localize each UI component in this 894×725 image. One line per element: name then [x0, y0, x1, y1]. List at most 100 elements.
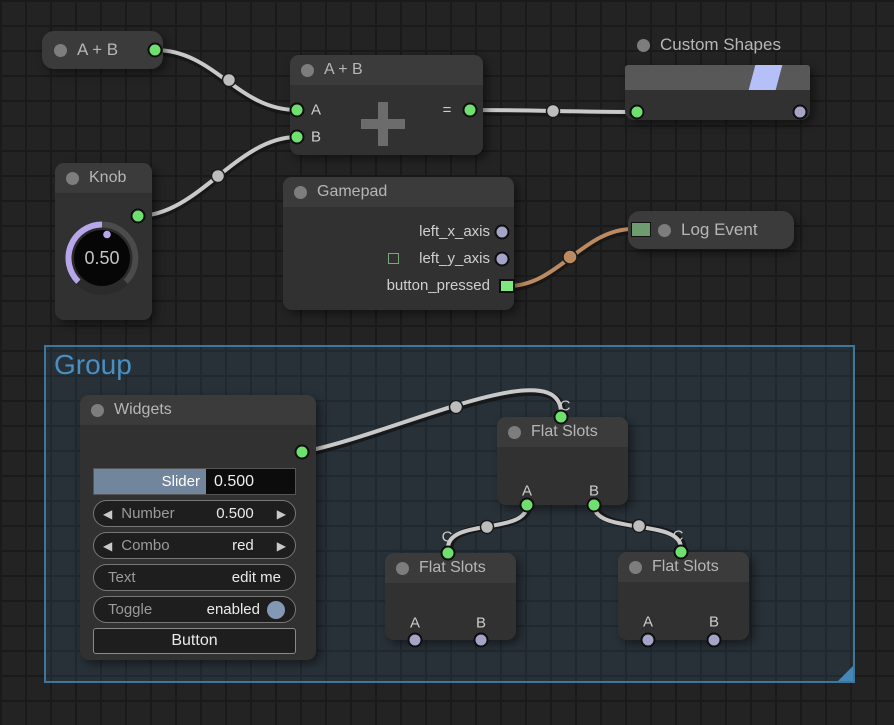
increment-arrow-icon[interactable]: ▶	[268, 507, 295, 521]
node-flat-slots-right[interactable]: Flat Slots C A B	[618, 552, 749, 640]
output-label-left-y-axis: left_y_axis	[419, 250, 490, 267]
slider-widget[interactable]: Slider 0.500	[93, 468, 296, 495]
output-port-b[interactable]	[707, 633, 722, 648]
input-port-c[interactable]	[441, 546, 456, 561]
node-title: Flat Slots	[531, 423, 598, 441]
node-widgets[interactable]: Widgets Slider 0.500 ◀ Number 0.500 ▶ ◀ …	[80, 395, 316, 660]
node-flat-slots-left[interactable]: Flat Slots C A B	[385, 553, 516, 640]
number-value[interactable]: 0.500	[216, 505, 254, 522]
output-port-b[interactable]	[587, 498, 602, 513]
knob-value: 0.50	[84, 248, 119, 268]
link-midpoint-dot[interactable]	[223, 74, 236, 87]
prev-option-arrow-icon[interactable]: ◀	[94, 539, 121, 553]
output-label-button-pressed: button_pressed	[387, 277, 490, 294]
collapse-dot-icon[interactable]	[66, 172, 79, 185]
input-port-c[interactable]	[674, 545, 689, 560]
checkbox-icon[interactable]	[388, 253, 399, 264]
collapse-dot-icon[interactable]	[637, 39, 650, 52]
custom-shape-bar	[625, 65, 810, 90]
node-knob[interactable]: Knob 0.50	[55, 163, 152, 320]
output-port[interactable]	[148, 43, 163, 58]
custom-shapes-title[interactable]: Custom Shapes	[637, 35, 781, 55]
output-label-b: B	[709, 614, 719, 631]
node-graph-canvas[interactable]: Group A + B A + B	[0, 0, 894, 725]
output-port-left-x-axis[interactable]	[495, 225, 510, 240]
node-log-event[interactable]: Log Event	[628, 211, 794, 249]
collapse-dot-icon[interactable]	[629, 561, 642, 574]
output-port-a[interactable]	[408, 633, 423, 648]
toggle-widget[interactable]: Toggle enabled	[93, 596, 296, 623]
collapse-dot-icon[interactable]	[91, 404, 104, 417]
text-value[interactable]: edit me	[232, 569, 281, 586]
text-label: Text	[108, 569, 136, 586]
link-midpoint-dot[interactable]	[450, 401, 463, 414]
node-title: Log Event	[681, 220, 758, 240]
node-title: A + B	[77, 40, 118, 60]
output-port-left-y-axis[interactable]	[495, 252, 510, 267]
node-flat-slots-top[interactable]: Flat Slots C A B	[497, 417, 628, 505]
node-gamepad[interactable]: Gamepad left_x_axis left_y_axis button_p…	[283, 177, 514, 310]
node-title: Knob	[89, 169, 126, 187]
link-midpoint-dot[interactable]	[481, 521, 494, 534]
node-title-bar[interactable]: Gamepad	[283, 177, 514, 207]
output-label-b: B	[476, 615, 486, 632]
input-port-c[interactable]	[554, 410, 569, 425]
link-midpoint-dot[interactable]	[212, 170, 225, 183]
next-option-arrow-icon[interactable]: ▶	[268, 539, 295, 553]
output-port-b[interactable]	[474, 633, 489, 648]
node-title: Flat Slots	[419, 559, 486, 577]
combo-widget[interactable]: ◀ Combo red ▶	[93, 532, 296, 559]
input-port[interactable]	[630, 105, 645, 120]
node-title-bar[interactable]: A + B	[290, 55, 483, 85]
combo-label: Combo	[121, 537, 169, 554]
node-title-bar[interactable]: Widgets	[80, 395, 316, 425]
link-midpoint-dot[interactable]	[563, 250, 577, 264]
node-title-bar[interactable]: Knob	[55, 163, 152, 193]
collapse-dot-icon[interactable]	[301, 64, 314, 77]
node-title: Flat Slots	[652, 558, 719, 576]
collapse-dot-icon[interactable]	[658, 224, 671, 237]
collapse-dot-icon[interactable]	[396, 562, 409, 575]
node-add-collapsed[interactable]: A + B	[42, 31, 163, 69]
input-port-a[interactable]	[290, 103, 305, 118]
node-title: Gamepad	[317, 183, 387, 201]
slider-fill[interactable]: Slider	[94, 469, 206, 494]
output-label-left-x-axis: left_x_axis	[419, 223, 490, 240]
output-label-a: A	[410, 615, 420, 632]
output-label-a: A	[643, 614, 653, 631]
collapse-dot-icon[interactable]	[508, 426, 521, 439]
node-title: Custom Shapes	[660, 35, 781, 55]
output-label-equals: =	[443, 102, 452, 119]
text-widget[interactable]: Text edit me	[93, 564, 296, 591]
input-label-c: C	[442, 529, 453, 546]
event-input-port[interactable]	[631, 222, 651, 237]
plus-icon	[378, 102, 388, 146]
slider-value: 0.500	[206, 473, 254, 491]
number-label: Number	[121, 505, 174, 522]
output-port-a[interactable]	[641, 633, 656, 648]
node-add[interactable]: A + B A B =	[290, 55, 483, 155]
link-midpoint-dot[interactable]	[633, 520, 646, 533]
toggle-value: enabled	[207, 601, 260, 618]
node-title: A + B	[324, 61, 363, 79]
button-label: Button	[171, 632, 217, 650]
node-custom-shapes[interactable]	[625, 65, 810, 120]
input-label-c: C	[673, 528, 684, 545]
decrement-arrow-icon[interactable]: ◀	[94, 507, 121, 521]
number-widget[interactable]: ◀ Number 0.500 ▶	[93, 500, 296, 527]
combo-value[interactable]: red	[232, 537, 254, 554]
collapse-dot-icon[interactable]	[54, 44, 67, 57]
output-port[interactable]	[793, 105, 808, 120]
knob-marker-icon	[103, 231, 111, 239]
output-port-a[interactable]	[520, 498, 535, 513]
input-label-b: B	[311, 129, 321, 146]
output-port[interactable]	[131, 209, 146, 224]
button-widget[interactable]: Button	[93, 628, 296, 654]
input-port-b[interactable]	[290, 130, 305, 145]
link-midpoint-dot[interactable]	[547, 105, 560, 118]
collapse-dot-icon[interactable]	[294, 186, 307, 199]
output-port[interactable]	[295, 445, 310, 460]
event-output-port-button-pressed[interactable]	[499, 279, 515, 293]
toggle-knob-icon[interactable]	[267, 601, 285, 619]
output-port-sum[interactable]	[463, 103, 478, 118]
